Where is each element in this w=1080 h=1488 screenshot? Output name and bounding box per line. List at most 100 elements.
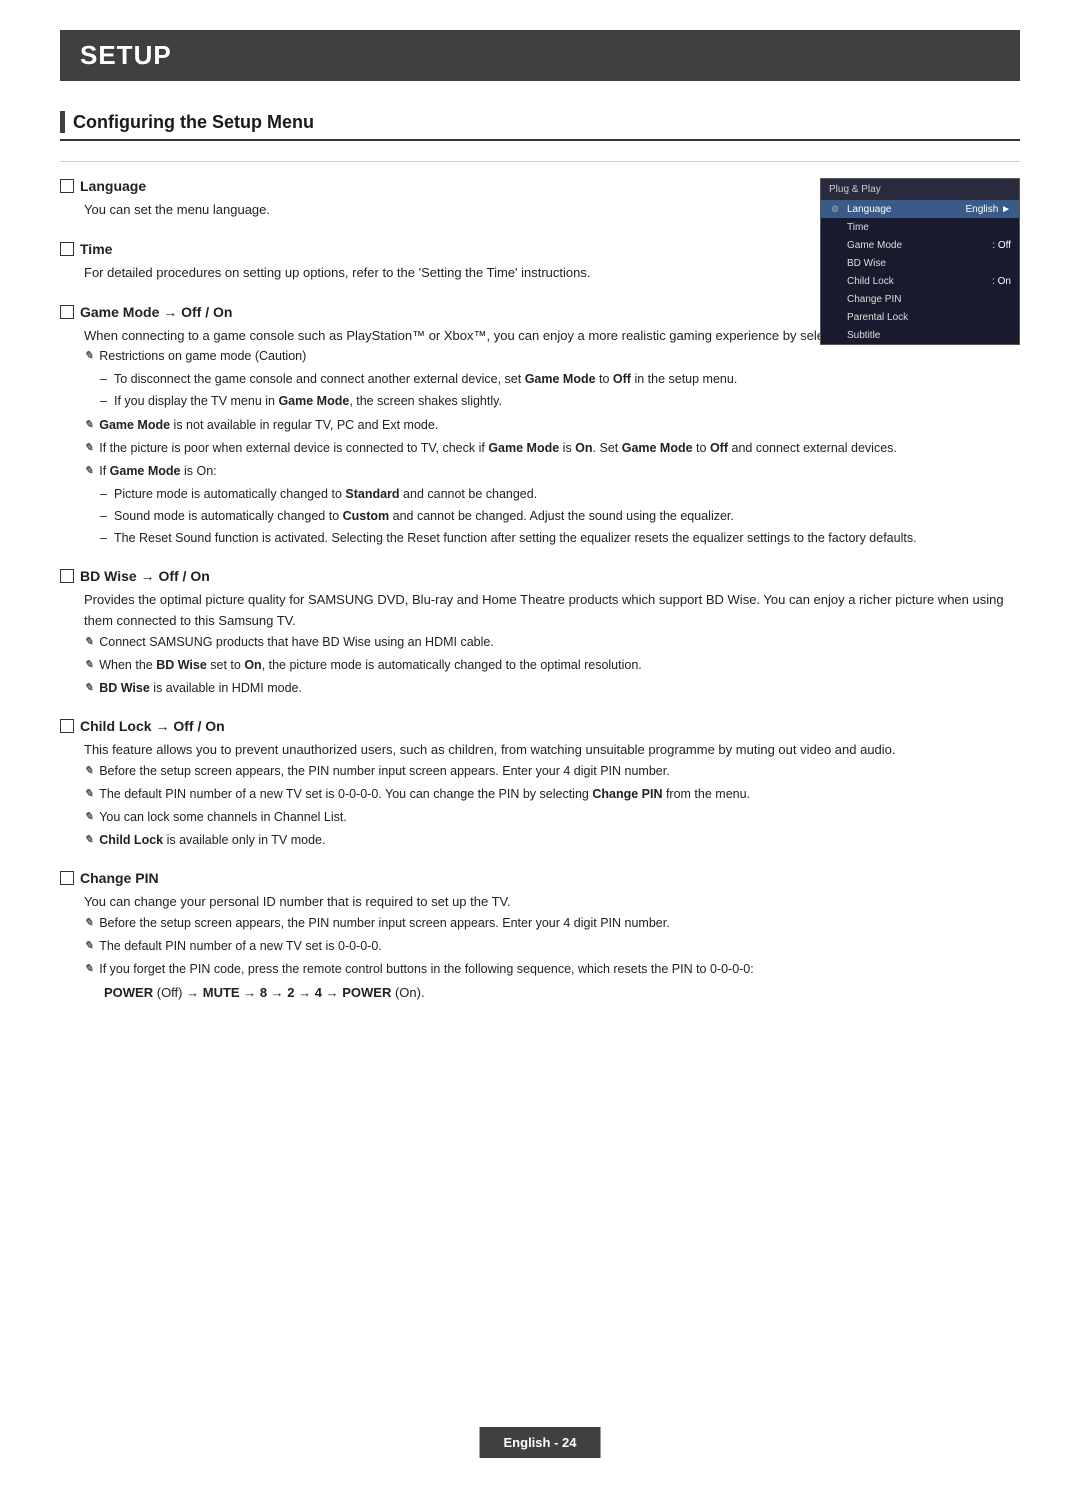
note-icon-12: ✎	[84, 915, 93, 933]
note-icon-5: ✎	[84, 634, 93, 652]
tv-menu-header-text: Plug & Play	[829, 184, 881, 195]
section-title: Configuring the Setup Menu	[60, 111, 1020, 141]
tv-menu-sidebar: Plug & Play ⚙ Language English ► Time Ga…	[820, 178, 1020, 345]
game-mode-bullets-2: Picture mode is automatically changed to…	[84, 484, 1020, 548]
child-lock-note-1-text: Before the setup screen appears, the PIN…	[99, 761, 669, 781]
tv-menu-parental-lock-label: Parental Lock	[847, 312, 1005, 323]
section-title-bar	[60, 111, 65, 133]
change-pin-sequence: POWER (Off) → MUTE → 8 → 2 → 4 → POWER (…	[84, 983, 1020, 1004]
bullet-item: The Reset Sound function is activated. S…	[100, 528, 1020, 548]
note-icon-1: ✎	[84, 348, 93, 366]
tv-menu-item-change-pin: Change PIN	[821, 290, 1019, 308]
change-pin-note-3: ✎ If you forget the PIN code, press the …	[84, 959, 1020, 979]
game-mode-note-2: ✎ Game Mode is not available in regular …	[84, 415, 1020, 435]
game-mode-body: When connecting to a game console such a…	[60, 326, 1020, 549]
game-mode-note-1: ✎ Restrictions on game mode (Caution)	[84, 346, 1020, 366]
tv-menu-change-pin-label: Change PIN	[847, 294, 1005, 305]
tv-menu-item-parental-lock: Parental Lock	[821, 308, 1019, 326]
header-banner: SETUP	[60, 30, 1020, 81]
game-mode-note-3: ✎ If the picture is poor when external d…	[84, 438, 1020, 458]
change-pin-note-2-text: The default PIN number of a new TV set i…	[99, 936, 382, 956]
tv-menu-game-mode-label: Game Mode	[847, 240, 986, 251]
page-container: SETUP Configuring the Setup Menu Languag…	[0, 0, 1080, 1488]
note-icon-13: ✎	[84, 938, 93, 956]
note-icon-8: ✎	[84, 763, 93, 781]
footer-label: English - 24	[504, 1435, 577, 1450]
bd-wise-note-3: ✎ BD Wise is available in HDMI mode.	[84, 678, 1020, 698]
subtitle-icon	[829, 329, 841, 341]
bd-wise-note-2: ✎ When the BD Wise set to On, the pictur…	[84, 655, 1020, 675]
note-icon-3: ✎	[84, 440, 93, 458]
note-icon-7: ✎	[84, 680, 93, 698]
child-lock-note-2: ✎ The default PIN number of a new TV set…	[84, 784, 1020, 804]
parental-lock-icon	[829, 311, 841, 323]
bd-wise-text: Provides the optimal picture quality for…	[84, 590, 1020, 632]
bd-wise-title: BD Wise → Off / On	[80, 568, 210, 584]
game-mode-note-4: ✎ If Game Mode is On:	[84, 461, 1020, 481]
bd-wise-note-1-text: Connect SAMSUNG products that have BD Wi…	[99, 632, 494, 652]
settings-icon: ⚙	[829, 203, 841, 215]
tv-menu-bd-wise-label: BD Wise	[847, 258, 1005, 269]
child-lock-note-2-text: The default PIN number of a new TV set i…	[99, 784, 750, 804]
child-lock-text: This feature allows you to prevent unaut…	[84, 740, 1020, 761]
child-lock-notes: ✎ Before the setup screen appears, the P…	[84, 761, 1020, 850]
child-lock-note-3-text: You can lock some channels in Channel Li…	[99, 807, 347, 827]
section-divider	[60, 161, 1020, 162]
subsection-title-change-pin: Change PIN	[60, 870, 1020, 886]
game-mode-notes: ✎ Restrictions on game mode (Caution) To…	[84, 346, 1020, 548]
game-mode-title: Game Mode → Off / On	[80, 304, 232, 320]
tv-menu-item-language: ⚙ Language English ►	[821, 200, 1019, 218]
bullet-item: Picture mode is automatically changed to…	[100, 484, 1020, 504]
child-lock-body: This feature allows you to prevent unaut…	[60, 740, 1020, 850]
tv-menu-game-mode-value: : Off	[992, 240, 1011, 251]
change-pin-notes: ✎ Before the setup screen appears, the P…	[84, 913, 1020, 1004]
game-mode-bullets-1: To disconnect the game console and conne…	[84, 369, 1020, 411]
checkbox-icon-child-lock	[60, 719, 74, 733]
change-pin-note-3-text: If you forget the PIN code, press the re…	[99, 959, 754, 979]
section-title-text: Configuring the Setup Menu	[73, 112, 314, 133]
note-icon-9: ✎	[84, 786, 93, 804]
note-icon-14: ✎	[84, 961, 93, 979]
checkbox-icon-change-pin	[60, 871, 74, 885]
change-pin-title: Change PIN	[80, 870, 159, 886]
note-icon-6: ✎	[84, 657, 93, 675]
game-mode-icon	[829, 239, 841, 251]
game-mode-note-2-text: Game Mode is not available in regular TV…	[99, 415, 438, 435]
subsection-child-lock: Child Lock → Off / On This feature allow…	[60, 718, 1020, 850]
game-mode-note-1-text: Restrictions on game mode (Caution)	[99, 346, 306, 366]
tv-menu-item-subtitle: Subtitle	[821, 326, 1019, 344]
tv-menu-child-lock-label: Child Lock	[847, 276, 986, 287]
tv-menu-item-game-mode: Game Mode : Off	[821, 236, 1019, 254]
note-icon-11: ✎	[84, 832, 93, 850]
tv-menu-language-value: English ►	[966, 204, 1011, 215]
tv-menu-header: Plug & Play	[821, 179, 1019, 200]
child-lock-note-4-text: Child Lock is available only in TV mode.	[99, 830, 325, 850]
note-icon-2: ✎	[84, 417, 93, 435]
checkbox-icon-game-mode	[60, 305, 74, 319]
subsection-bd-wise: BD Wise → Off / On Provides the optimal …	[60, 568, 1020, 698]
child-lock-note-1: ✎ Before the setup screen appears, the P…	[84, 761, 1020, 781]
change-pin-note-1-text: Before the setup screen appears, the PIN…	[99, 913, 669, 933]
child-lock-note-3: ✎ You can lock some channels in Channel …	[84, 807, 1020, 827]
bd-wise-note-1: ✎ Connect SAMSUNG products that have BD …	[84, 632, 1020, 652]
child-lock-title: Child Lock → Off / On	[80, 718, 225, 734]
tv-menu-time-label: Time	[847, 222, 1005, 233]
change-pin-icon	[829, 293, 841, 305]
bullet-item: To disconnect the game console and conne…	[100, 369, 1020, 389]
subsection-change-pin: Change PIN You can change your personal …	[60, 870, 1020, 1004]
page-title: SETUP	[80, 40, 1000, 71]
time-title: Time	[80, 241, 112, 257]
bd-wise-body: Provides the optimal picture quality for…	[60, 590, 1020, 698]
game-mode-note-4-text: If Game Mode is On:	[99, 461, 216, 481]
game-mode-note-3-text: If the picture is poor when external dev…	[99, 438, 897, 458]
note-icon-4: ✎	[84, 463, 93, 481]
bullet-item: Sound mode is automatically changed to C…	[100, 506, 1020, 526]
bd-wise-note-2-text: When the BD Wise set to On, the picture …	[99, 655, 642, 675]
child-lock-note-4: ✎ Child Lock is available only in TV mod…	[84, 830, 1020, 850]
child-lock-icon	[829, 275, 841, 287]
change-pin-note-2: ✎ The default PIN number of a new TV set…	[84, 936, 1020, 956]
content-area: Language You can set the menu language. …	[60, 178, 1020, 1023]
tv-menu-item-time: Time	[821, 218, 1019, 236]
language-title: Language	[80, 178, 146, 194]
tv-menu-subtitle-label: Subtitle	[847, 330, 1005, 341]
